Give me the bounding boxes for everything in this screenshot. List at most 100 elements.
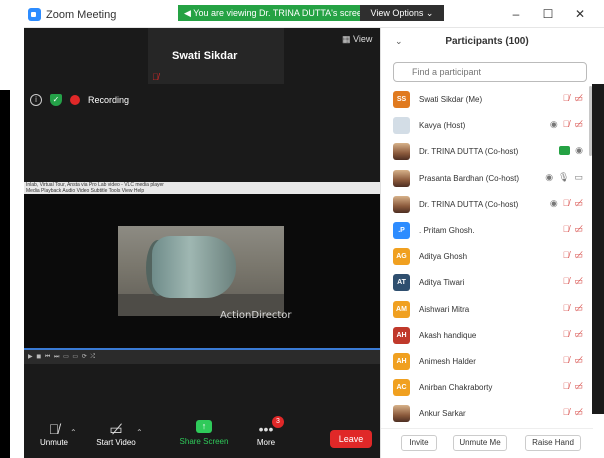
participant-row[interactable]: Dr. TRINA DUTTA (Co-host) ◉ bbox=[381, 138, 593, 164]
participant-row[interactable]: AM Aishwari Mitra 🎙̸ ▭̸ bbox=[381, 296, 593, 322]
avatar: .P bbox=[393, 221, 410, 239]
participant-name: Anirban Chakraborty bbox=[419, 383, 493, 393]
shared-video-frame bbox=[118, 226, 284, 316]
recording-icon: ◉ bbox=[575, 145, 583, 156]
recording-icon: ◉ bbox=[549, 197, 558, 208]
mic-off-icon: 🎙̸ bbox=[562, 119, 570, 130]
participant-row[interactable]: Dr. TRINA DUTTA (Co-host) ◉ 🎙̸ ▭̸ bbox=[381, 191, 593, 217]
participant-status-icons: ◉ 🎙̸ ▭̸ bbox=[550, 119, 583, 130]
video-off-icon: ▭̸ bbox=[574, 223, 583, 234]
avatar: AH bbox=[393, 326, 410, 344]
participant-row[interactable]: Prasanta Bardhan (Co-host) ◉ 🎙 ▭ bbox=[381, 165, 593, 191]
zoom-logo-icon bbox=[28, 8, 41, 21]
video-off-icon: ▭̸ bbox=[574, 407, 583, 418]
participant-row[interactable]: AH Akash handique 🎙̸ ▭̸ bbox=[381, 322, 593, 348]
video-off-icon: ▭̸ bbox=[574, 354, 583, 365]
video-options-chevron-icon[interactable]: ⌃ bbox=[136, 428, 143, 437]
recording-icon: ◉ bbox=[549, 119, 558, 130]
maximize-button[interactable]: ☐ bbox=[538, 6, 558, 22]
share-screen-icon: ↑ bbox=[196, 420, 212, 433]
share-screen-button[interactable]: ↑ Share Screen bbox=[174, 420, 234, 446]
media-player-titlebar: Inlab, Virtual Tour, Ansta via Pro Lab v… bbox=[24, 182, 380, 194]
recording-icon bbox=[70, 95, 80, 105]
media-player-menu: Media Playback Audio Video Subtitle Tool… bbox=[26, 188, 145, 194]
mic-off-icon: 🎙̸ bbox=[562, 407, 570, 418]
participant-name: Swati Sikdar (Me) bbox=[419, 95, 483, 104]
shared-screen[interactable]: Inlab, Virtual Tour, Ansta via Pro Lab v… bbox=[24, 182, 380, 364]
mic-off-icon: 🎙̸ bbox=[562, 302, 570, 313]
raise-hand-button[interactable]: Raise Hand bbox=[525, 435, 581, 451]
video-on-icon: ▭ bbox=[574, 171, 583, 182]
participant-row[interactable]: AH Animesh Halder 🎙̸ ▭̸ bbox=[381, 348, 593, 374]
meeting-toolbar: 🎙̸ Unmute ⌃ ▭̸ Start Video ⌃ ↑ Share Scr… bbox=[24, 414, 380, 458]
participant-status-icons: 🎙̸ ▭̸ bbox=[563, 303, 583, 314]
unmute-label: Unmute bbox=[39, 438, 68, 447]
industrial-drum bbox=[152, 236, 236, 298]
screen-share-icon bbox=[559, 146, 571, 156]
meeting-status: i ✓ Recording bbox=[30, 94, 129, 106]
active-speaker-tile[interactable]: Swati Sikdar 🎙̸ › bbox=[148, 28, 410, 84]
participant-search-input[interactable] bbox=[393, 62, 587, 82]
mic-off-icon: 🎙̸ bbox=[562, 328, 570, 339]
avatar: AT bbox=[393, 274, 410, 292]
viewing-banner-text: You are viewing Dr. TRINA DUTTA's screen bbox=[193, 8, 360, 18]
participant-row[interactable]: Ankur Sarkar 🎙̸ ▭̸ bbox=[381, 400, 593, 426]
leave-button[interactable]: Leave bbox=[330, 430, 372, 448]
participants-footer: Invite Unmute Me Raise Hand bbox=[381, 428, 593, 458]
avatar bbox=[393, 169, 410, 187]
participant-name: . Pritam Ghosh. bbox=[419, 225, 475, 235]
mic-off-icon: 🎙̸ bbox=[562, 276, 570, 287]
video-off-icon: ▭̸ bbox=[574, 302, 583, 313]
mic-off-icon: 🎙̸ bbox=[152, 72, 159, 82]
avatar bbox=[393, 405, 410, 423]
video-off-icon: ▭̸ bbox=[574, 119, 583, 130]
avatar bbox=[393, 143, 410, 161]
participant-status-icons: 🎙̸ ▭̸ bbox=[563, 250, 583, 261]
close-button[interactable]: ✕ bbox=[570, 6, 590, 22]
mic-off-icon: 🎙̸ bbox=[562, 250, 570, 261]
active-speaker-name: Swati Sikdar bbox=[172, 50, 238, 62]
participant-name: Prasanta Bardhan (Co-host) bbox=[419, 173, 520, 183]
security-shield-icon[interactable]: ✓ bbox=[50, 94, 62, 106]
avatar: AG bbox=[393, 248, 410, 266]
mic-off-icon: 🎙̸ bbox=[562, 381, 570, 392]
app-title: Zoom Meeting bbox=[28, 8, 116, 21]
more-dots-icon: ••• bbox=[258, 421, 274, 437]
participant-status-icons: ◉ bbox=[559, 145, 583, 156]
participant-row[interactable]: .P . Pritam Ghosh. 🎙̸ ▭̸ bbox=[381, 217, 593, 243]
avatar: SS bbox=[393, 91, 410, 108]
mic-off-icon: 🎙̸ bbox=[562, 93, 570, 103]
participant-name: Dr. TRINA DUTTA (Co-host) bbox=[419, 199, 519, 209]
view-options-button[interactable]: View Options ⌄ bbox=[360, 5, 444, 21]
more-button[interactable]: ••• 3 More bbox=[236, 416, 296, 447]
participant-name: Aishwari Mitra bbox=[419, 304, 470, 314]
video-off-icon: ▭̸ bbox=[574, 250, 583, 261]
invite-button[interactable]: Invite bbox=[401, 435, 437, 451]
participants-title: Participants (100) bbox=[445, 36, 529, 47]
view-button[interactable]: ▦ View bbox=[342, 34, 372, 45]
viewing-banner: ◀ You are viewing Dr. TRINA DUTTA's scre… bbox=[178, 5, 360, 21]
participant-row[interactable]: Kavya (Host) ◉ 🎙̸ ▭̸ bbox=[381, 112, 593, 138]
media-player-controls: ▶ ◼ ⏮ ⏭ ▭ ▭ ⟳ ⤮ bbox=[24, 348, 380, 364]
participant-name: Dr. TRINA DUTTA (Co-host) bbox=[419, 147, 519, 157]
participant-row[interactable]: AG Aditya Ghosh 🎙̸ ▭̸ bbox=[381, 243, 593, 269]
recording-label: Recording bbox=[88, 95, 130, 105]
info-icon[interactable]: i bbox=[30, 94, 42, 106]
share-screen-label: Share Screen bbox=[179, 437, 229, 446]
participant-name: Akash handique bbox=[419, 330, 477, 340]
zoom-meeting-window: Zoom Meeting ◀ You are viewing Dr. TRINA… bbox=[0, 0, 604, 458]
participant-row[interactable]: AT Aditya Tiwari 🎙̸ ▭̸ bbox=[381, 269, 593, 295]
minimize-button[interactable]: – bbox=[506, 6, 526, 22]
participant-status-icons: 🎙̸ ▭̸ bbox=[563, 93, 583, 104]
participant-row[interactable]: SS Swati Sikdar (Me) 🎙̸ ▭̸ bbox=[381, 86, 593, 112]
recording-icon: ◉ bbox=[545, 171, 554, 182]
avatar bbox=[393, 195, 410, 213]
participant-name: Aditya Ghosh bbox=[419, 252, 468, 262]
avatar: AH bbox=[393, 352, 410, 370]
participant-row[interactable]: AC Anirban Chakraborty 🎙̸ ▭̸ bbox=[381, 374, 593, 400]
player-control-icons: ▶ ◼ ⏮ ⏭ ▭ ▭ ⟳ ⤮ bbox=[28, 354, 97, 360]
avatar: AC bbox=[393, 379, 410, 397]
audio-options-chevron-icon[interactable]: ⌃ bbox=[70, 428, 77, 437]
background-edge bbox=[592, 84, 604, 414]
unmute-me-button[interactable]: Unmute Me bbox=[453, 435, 507, 451]
